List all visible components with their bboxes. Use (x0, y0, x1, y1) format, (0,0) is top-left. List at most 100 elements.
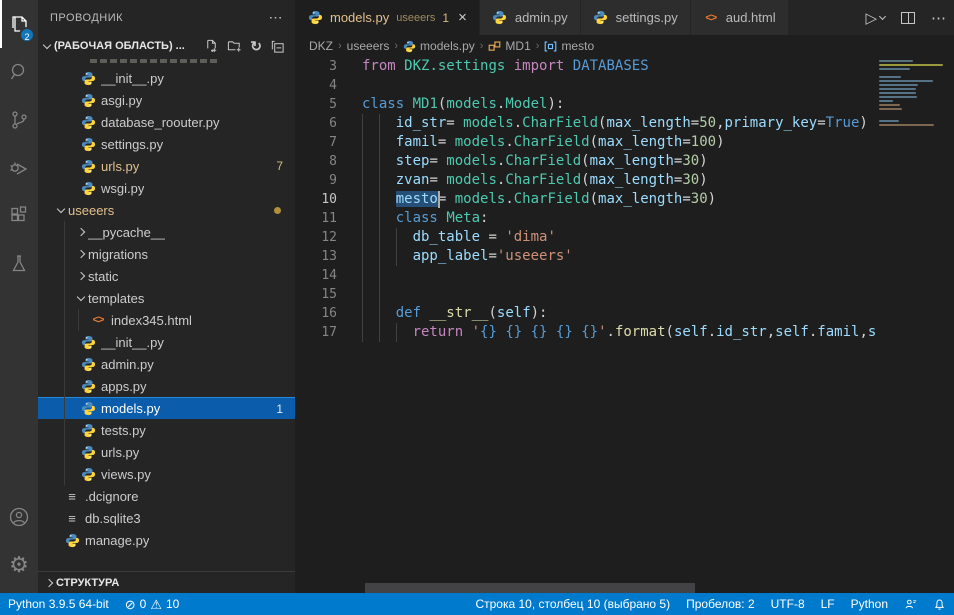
file-item-tests-py[interactable]: tests.py (38, 419, 295, 441)
breadcrumb-label: models.py (420, 39, 475, 53)
file-label: .dcignore (85, 489, 138, 504)
file-item--init-py[interactable]: __init__.py (38, 67, 295, 89)
account-icon[interactable] (0, 493, 38, 541)
file-label: settings.py (101, 137, 163, 152)
line-text: return '{} {} {} {} {}'.format(self.id_s… (337, 323, 954, 342)
indentation-item[interactable]: Пробелов: 2 (678, 593, 763, 615)
tab-directory-hint: useeers (396, 12, 435, 24)
python-interpreter-item[interactable]: Python 3.9.5 64-bit (0, 593, 117, 615)
code-line-7: 7 famil= models.CharField(max_length=100… (295, 133, 954, 152)
cursor-position-item[interactable]: Строка 10, столбец 10 (выбрано 5) (467, 593, 678, 615)
chevron-right-icon (77, 250, 85, 258)
minimap-line (879, 100, 893, 102)
encoding-item[interactable]: UTF-8 (763, 593, 813, 615)
file-label: asgi.py (101, 93, 142, 108)
run-python-file-button[interactable]: ▷ (865, 9, 885, 27)
tab-aud-html[interactable]: <> aud.html (691, 0, 788, 35)
refresh-icon[interactable]: ↻ (250, 39, 262, 53)
file-item-manage-py[interactable]: manage.py (38, 529, 295, 551)
file-item-views-py[interactable]: views.py (38, 463, 295, 485)
horizontal-scrollbar[interactable] (365, 583, 695, 593)
problems-item[interactable]: ⊘ 0 ⚠ 10 (117, 593, 188, 615)
search-icon[interactable] (0, 48, 38, 96)
file-item-urls-py[interactable]: urls.py (38, 441, 295, 463)
breadcrumb-item-md1[interactable]: MD1 (488, 39, 530, 53)
tree-indent-guide (64, 221, 65, 485)
close-icon[interactable]: × (458, 10, 467, 25)
outline-section-header[interactable]: СТРУКТУРА (38, 571, 295, 593)
eol-item[interactable]: LF (813, 593, 843, 615)
explorer-badge: 2 (19, 27, 35, 43)
breadcrumb-separator: › (480, 40, 484, 52)
folder-item-migrations[interactable]: migrations (38, 243, 295, 265)
line-number: 4 (295, 76, 337, 95)
testing-icon[interactable] (0, 240, 38, 288)
explorer-icon[interactable]: 2 (0, 0, 38, 48)
new-file-icon[interactable] (204, 39, 219, 54)
python-file-icon (80, 158, 96, 174)
problems-badge: 1 (276, 402, 283, 416)
file-label: admin.py (101, 357, 154, 372)
minimap-line (879, 60, 913, 62)
minimap[interactable] (876, 57, 948, 583)
feedback-item[interactable] (896, 593, 925, 615)
line-text: zvan= models.CharField(max_length=30) (337, 171, 954, 190)
editor-actions: ▷ ⋯ (865, 0, 946, 35)
indent-guide (362, 228, 363, 247)
more-actions-icon[interactable]: ⋯ (931, 9, 946, 27)
file-label: manage.py (85, 533, 149, 548)
indent-guide (362, 152, 363, 171)
tab-admin-py[interactable]: admin.py (480, 0, 580, 35)
partially-visible-item[interactable] (38, 57, 295, 67)
encoding-label: UTF-8 (771, 597, 805, 611)
editor-group: models.py useeers 1 × admin.py settings.… (295, 0, 954, 593)
new-folder-icon[interactable] (227, 39, 242, 54)
file-item-wsgi-py[interactable]: wsgi.py (38, 177, 295, 199)
warnings-count: 10 (166, 597, 179, 611)
folder-item-static[interactable]: static (38, 265, 295, 287)
breadcrumb-item-mesto[interactable]: mesto (544, 39, 594, 53)
file-item-db-sqlite3[interactable]: ≡db.sqlite3 (38, 507, 295, 529)
symbol-field-icon (544, 40, 557, 53)
folder-item-templates[interactable]: templates (38, 287, 295, 309)
python-file-icon (80, 378, 96, 394)
file-item-settings-py[interactable]: settings.py (38, 133, 295, 155)
file-item-database-roouter-py[interactable]: database_roouter.py (38, 111, 295, 133)
breadcrumb-item-dkz[interactable]: DKZ (309, 39, 333, 53)
tab-settings-py[interactable]: settings.py (581, 0, 690, 35)
line-text: step= models.CharField(max_length=30) (337, 152, 954, 171)
file-item-urls-py[interactable]: urls.py7 (38, 155, 295, 177)
file-item--init-py[interactable]: __init__.py (38, 331, 295, 353)
file-item-models-py[interactable]: models.py1 (38, 397, 295, 419)
breadcrumb-item-models-py[interactable]: models.py (403, 39, 475, 53)
breadcrumb-item-useeers[interactable]: useeers (347, 39, 390, 53)
language-mode-item[interactable]: Python (843, 593, 896, 615)
explorer-more-actions-icon[interactable]: ⋯ (269, 9, 284, 26)
breadcrumb-label: DKZ (309, 39, 333, 53)
indent-guide (396, 247, 397, 266)
tab-models-py[interactable]: models.py useeers 1 × (295, 0, 479, 35)
split-editor-icon[interactable] (901, 12, 915, 24)
file-item-asgi-py[interactable]: asgi.py (38, 89, 295, 111)
run-debug-icon[interactable] (0, 144, 38, 192)
source-control-icon[interactable] (0, 96, 38, 144)
indent-guide (379, 171, 380, 190)
line-number: 11 (295, 209, 337, 228)
workspace-section-header[interactable]: (РАБОЧАЯ ОБЛАСТЬ) ... ↻ (38, 35, 295, 57)
collapse-all-icon[interactable] (270, 39, 285, 54)
python-file-icon (80, 401, 96, 417)
folder-item--pycache-[interactable]: __pycache__ (38, 221, 295, 243)
line-number: 13 (295, 247, 337, 266)
minimap-line (879, 124, 934, 126)
notifications-item[interactable] (925, 593, 954, 615)
folder-item-useeers[interactable]: useeers (38, 199, 295, 221)
file-item-index345-html[interactable]: <>index345.html (38, 309, 295, 331)
file-item--dcignore[interactable]: ≡.dcignore (38, 485, 295, 507)
file-item-admin-py[interactable]: admin.py (38, 353, 295, 375)
settings-gear-icon[interactable]: ⚙ (0, 541, 38, 589)
minimap-line (879, 64, 943, 66)
file-item-apps-py[interactable]: apps.py (38, 375, 295, 397)
code-editor[interactable]: 3from DKZ.settings import DATABASES45cla… (295, 57, 954, 583)
chevron-down-icon (879, 12, 886, 19)
extensions-icon[interactable] (0, 192, 38, 240)
